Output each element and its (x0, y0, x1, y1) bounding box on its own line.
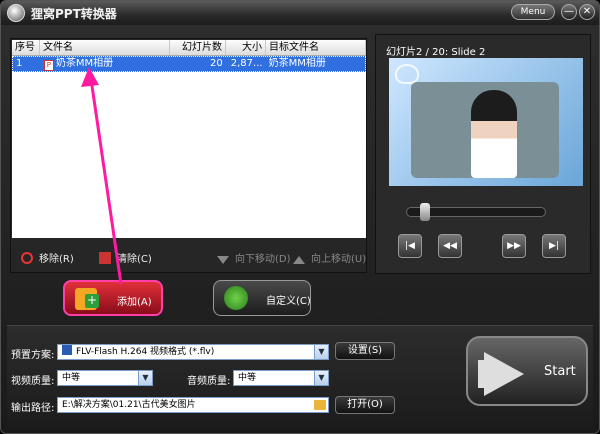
cell-file-name: P 奶茶MM相册 (41, 57, 170, 71)
menu-button[interactable]: Menu (511, 4, 555, 20)
next-button[interactable]: ▶| (542, 234, 566, 258)
audio-quality-value: 中等 (238, 373, 257, 383)
prev-button[interactable]: |◀ (398, 234, 422, 258)
prev-icon: |◀ (405, 241, 415, 251)
slide-photo (411, 82, 559, 178)
output-path-value: E:\解决方案\01.21\古代美女图片 (62, 400, 196, 410)
move-up-label: 向上移动(U) (311, 254, 367, 265)
add-file-icon (75, 288, 99, 310)
cell-target-name: 奶茶MM相册 (268, 58, 326, 69)
app-logo-icon (7, 4, 25, 22)
custom-button[interactable]: 自定义(C) (213, 280, 311, 316)
forward-button[interactable]: ▶▶ (502, 234, 526, 258)
list-header: 序号 文件名 幻灯片数 大小 目标文件名 (12, 40, 366, 56)
column-header-target-name[interactable]: 目标文件名 (266, 40, 366, 55)
start-button[interactable]: Start (466, 336, 588, 406)
tools-icon (224, 286, 248, 310)
column-header-file-name[interactable]: 文件名 (40, 40, 170, 55)
rewind-button[interactable]: ◀◀ (438, 234, 462, 258)
arrow-up-icon (293, 256, 305, 264)
heart-decoration-icon (395, 64, 419, 84)
remove-icon (21, 252, 33, 264)
video-quality-label: 视频质量: (11, 376, 55, 387)
video-quality-value: 中等 (62, 373, 81, 383)
chevron-down-icon: ▼ (138, 371, 152, 385)
photo-person (471, 90, 517, 178)
arrow-down-icon (217, 256, 229, 264)
preset-value: FLV-Flash H.264 视频格式 (*.flv) (76, 347, 215, 357)
close-button[interactable]: ✕ (579, 4, 595, 20)
clear-button[interactable]: 清除(C) (99, 250, 152, 265)
settings-panel: 预置方案: FLV-Flash H.264 视频格式 (*.flv) ▼ 设置(S… (7, 325, 593, 429)
video-quality-select[interactable]: 中等 ▼ (57, 370, 153, 386)
audio-quality-label: 音频质量: (187, 376, 231, 387)
cell-index: 1 (16, 58, 23, 69)
table-row[interactable]: 1 P 奶茶MM相册 20 2,87... 奶茶MM相册 (12, 56, 366, 72)
play-arrow-icon (484, 352, 524, 396)
rewind-icon: ◀◀ (443, 241, 457, 251)
move-down-button[interactable]: 向下移动(D) (217, 250, 291, 265)
flv-format-icon (62, 345, 72, 355)
list-toolbar: 移除(R) 清除(C) 向下移动(D) 向上移动(U) (11, 242, 368, 272)
column-header-index[interactable]: 序号 (12, 40, 40, 55)
file-list-panel: 序号 文件名 幻灯片数 大小 目标文件名 1 P 奶茶MM相册 20 2,87..… (10, 38, 367, 273)
chevron-down-icon: ▼ (314, 371, 328, 385)
file-name-text: 奶茶MM相册 (55, 58, 114, 69)
remove-label: 移除(R) (39, 254, 74, 265)
move-down-label: 向下移动(D) (235, 254, 291, 265)
output-path-label: 输出路径: (11, 403, 55, 414)
settings-button[interactable]: 设置(S) (335, 342, 395, 360)
preset-select[interactable]: FLV-Flash H.264 视频格式 (*.flv) ▼ (57, 344, 329, 360)
remove-button[interactable]: 移除(R) (21, 250, 74, 265)
playback-slider-thumb[interactable] (420, 203, 430, 221)
folder-icon[interactable] (314, 400, 326, 410)
app-title: 狸窝PPT转换器 (31, 7, 117, 21)
add-label: 添加(A) (117, 297, 152, 308)
preset-label: 预置方案: (11, 350, 55, 361)
start-label: Start (544, 364, 576, 379)
preview-panel: 幻灯片2 / 20: Slide 2 |◀ ◀◀ ▶▶ ▶| (375, 34, 591, 274)
chevron-down-icon: ▼ (314, 345, 328, 359)
app-window: 狸窝PPT转换器 Menu — ✕ 序号 文件名 幻灯片数 大小 目标文件名 1… (0, 0, 600, 434)
output-path-field[interactable]: E:\解决方案\01.21\古代美女图片 (57, 397, 329, 413)
clear-icon (99, 252, 111, 264)
ppt-file-icon: P (43, 60, 54, 71)
audio-quality-select[interactable]: 中等 ▼ (233, 370, 329, 386)
column-header-size[interactable]: 大小 (226, 40, 266, 55)
next-icon: ▶| (549, 241, 559, 251)
title-bar[interactable]: 狸窝PPT转换器 Menu — ✕ (1, 1, 599, 25)
add-button[interactable]: 添加(A) (63, 280, 163, 316)
file-list[interactable]: 序号 文件名 幻灯片数 大小 目标文件名 1 P 奶茶MM相册 20 2,87..… (12, 40, 366, 238)
move-up-button[interactable]: 向上移动(U) (293, 250, 366, 265)
cell-size: 2,87... (230, 58, 263, 69)
slide-indicator: 幻灯片2 / 20: Slide 2 (386, 47, 486, 58)
column-header-slides[interactable]: 幻灯片数 (170, 40, 226, 55)
open-button[interactable]: 打开(O) (335, 396, 395, 414)
custom-label: 自定义(C) (266, 296, 311, 307)
forward-icon: ▶▶ (507, 241, 521, 251)
cell-slides: 20 (210, 58, 223, 69)
clear-label: 清除(C) (117, 254, 152, 265)
slide-preview (389, 58, 583, 186)
minimize-button[interactable]: — (561, 4, 577, 20)
